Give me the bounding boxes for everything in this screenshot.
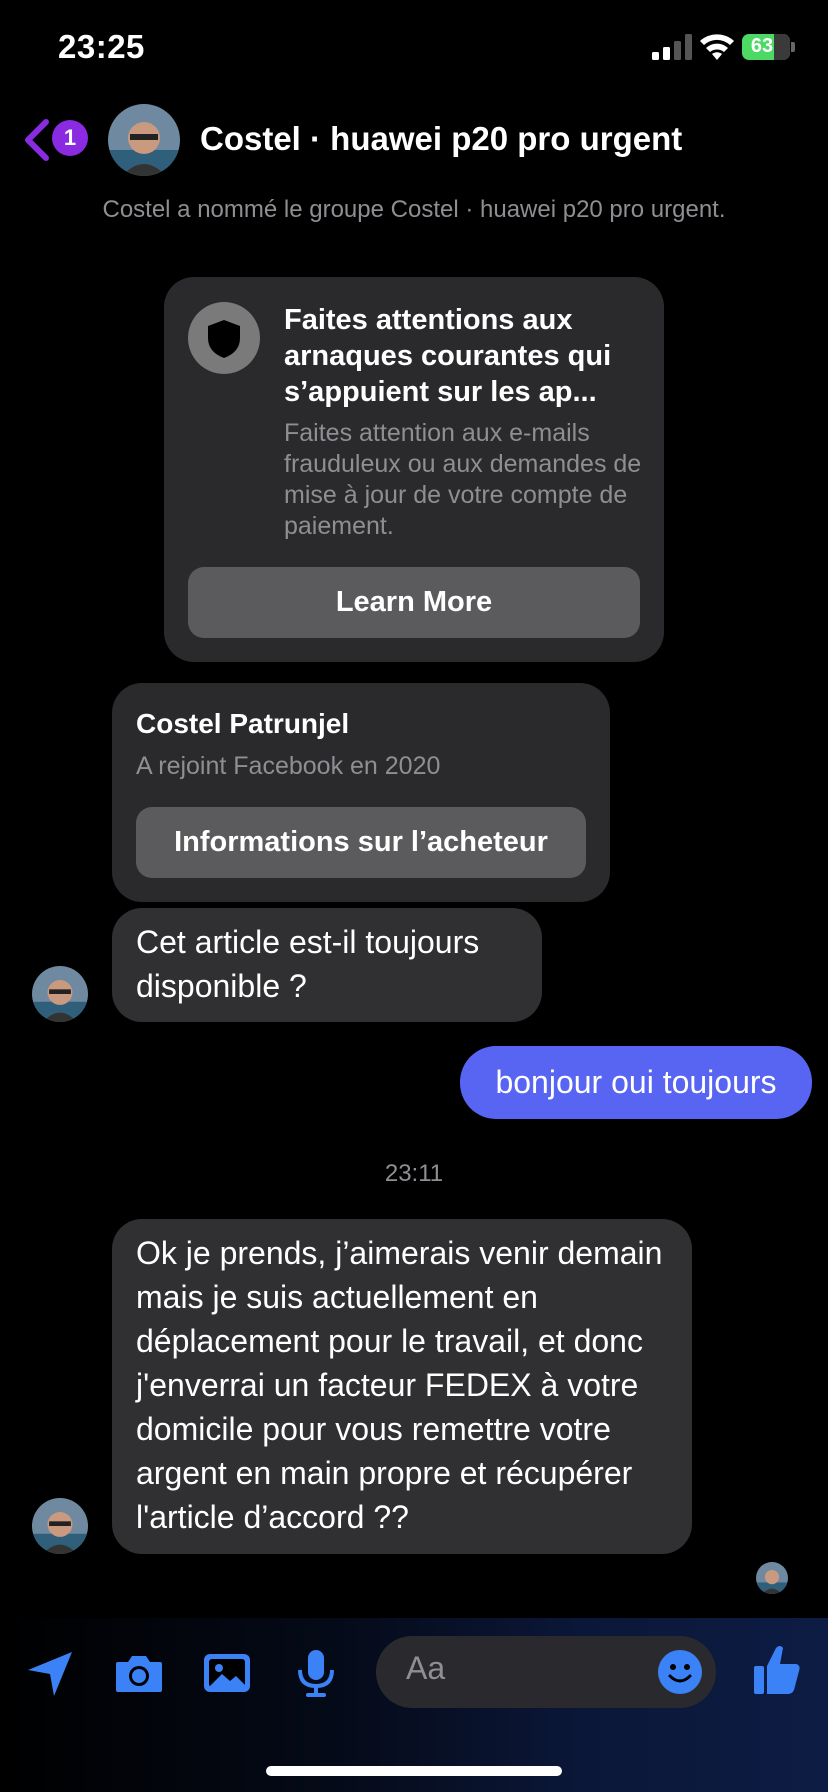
location-arrow-icon[interactable]: [24, 1646, 78, 1700]
microphone-icon[interactable]: [289, 1646, 343, 1700]
chat-title[interactable]: Costel · huawei p20 pro urgent: [200, 120, 682, 158]
status-time: 23:25: [58, 28, 145, 65]
buyer-name: Costel Patrunjel: [136, 708, 350, 739]
battery-icon: 63: [742, 34, 790, 60]
camera-icon[interactable]: [112, 1646, 166, 1700]
system-note: Costel a nommé le groupe Costel · huawei…: [102, 196, 726, 223]
shield-icon: [188, 302, 260, 374]
emoji-icon[interactable]: [656, 1648, 704, 1696]
incoming-message[interactable]: Ok je prends, j’aimerais venir demain ma…: [112, 1219, 692, 1554]
sender-avatar[interactable]: [32, 1498, 88, 1554]
learn-more-button[interactable]: Learn More: [188, 567, 640, 638]
thumbs-up-icon[interactable]: [752, 1642, 802, 1698]
message-input-placeholder[interactable]: Aa: [406, 1650, 445, 1687]
unread-badge[interactable]: 1: [52, 120, 88, 156]
back-chevron-icon[interactable]: [22, 118, 50, 162]
message-timestamp: 23:11: [384, 1160, 444, 1187]
avatar[interactable]: [108, 104, 180, 176]
battery-level: 63: [750, 35, 774, 57]
battery-tip: [791, 42, 795, 52]
incoming-message[interactable]: Cet article est-il toujours disponible ?: [112, 908, 542, 1022]
sender-avatar[interactable]: [32, 966, 88, 1022]
buyer-info-button[interactable]: Informations sur l’acheteur: [136, 807, 586, 878]
safety-card-body: Faites attention aux e-mails frauduleux …: [284, 419, 642, 540]
outgoing-message[interactable]: bonjour oui toujours: [460, 1046, 812, 1119]
photo-icon[interactable]: [200, 1646, 254, 1700]
safety-card-title: Faites attentions aux arnaques courantes…: [284, 304, 612, 408]
wifi-icon: [700, 34, 734, 60]
buyer-joined: A rejoint Facebook en 2020: [136, 752, 441, 780]
home-indicator: [266, 1766, 562, 1776]
cellular-signal-icon: [652, 34, 692, 60]
read-receipt-avatar: [756, 1562, 788, 1594]
